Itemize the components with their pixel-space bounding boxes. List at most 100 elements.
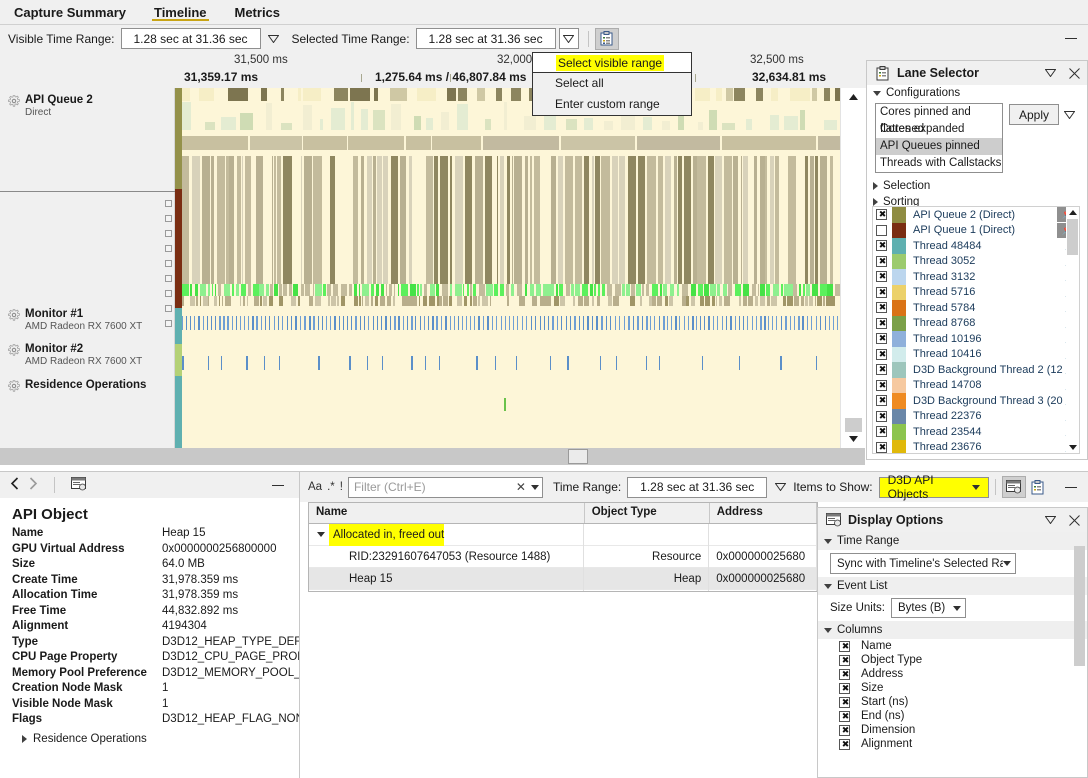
column-toggle-item[interactable]: Dimension: [818, 723, 1087, 737]
residence-operations-expander[interactable]: Residence Operations: [0, 728, 299, 745]
lane-collapse-box[interactable]: [165, 215, 172, 222]
table-row[interactable]: Allocated out, freed out: [309, 589, 817, 591]
lane-list-item[interactable]: Thread 10196📌: [873, 331, 1079, 347]
filter-input[interactable]: Filter (Ctrl+E) ✕: [347, 476, 543, 498]
regex-icon[interactable]: .*: [327, 481, 335, 493]
items-to-show-select[interactable]: D3D API Objects: [878, 473, 989, 501]
column-toggle-item[interactable]: Alignment: [818, 737, 1087, 751]
apply-button[interactable]: Apply: [1009, 104, 1059, 125]
lane-list-item[interactable]: Thread 3052📌: [873, 253, 1079, 269]
lane-list-item[interactable]: API Queue 2 (Direct)📌: [873, 207, 1079, 223]
scrollbar-thumb[interactable]: [568, 449, 588, 464]
config-item-selected[interactable]: API Queues pinned: [876, 138, 1002, 155]
lane-visibility-checkbox[interactable]: [876, 410, 888, 423]
lane-list-item[interactable]: D3D Background Thread 3 (20📌: [873, 393, 1079, 409]
lane-collapse-box[interactable]: [165, 245, 172, 252]
lane-collapse-box[interactable]: [165, 260, 172, 267]
section-columns[interactable]: Columns: [818, 621, 1087, 639]
time-range-input[interactable]: 1.28 sec at 31.36 sec: [627, 476, 768, 498]
tab-metrics[interactable]: Metrics: [221, 0, 295, 24]
close-icon[interactable]: [1065, 64, 1083, 82]
lane-visibility-checkbox[interactable]: [876, 239, 888, 252]
lane-collapse-box[interactable]: [165, 200, 172, 207]
lane-collapse-box[interactable]: [165, 230, 172, 237]
lane-list-item[interactable]: Thread 14708📌: [873, 377, 1079, 393]
visible-range-chevron-down-icon[interactable]: [264, 28, 284, 49]
table-row[interactable]: RID:23291607647053 (Resource 1488) Resour…: [309, 545, 817, 568]
column-checkbox[interactable]: [839, 724, 851, 737]
lane-visibility-checkbox[interactable]: [876, 255, 888, 268]
column-toggle-item[interactable]: Start (ns): [818, 695, 1087, 709]
chevron-down-icon[interactable]: [530, 484, 539, 490]
lane-list-item[interactable]: Thread 23676📌: [873, 439, 1079, 453]
chevron-left-icon[interactable]: [10, 476, 19, 494]
close-icon[interactable]: ✕: [511, 480, 531, 494]
timeline-lane-api-queue-2[interactable]: API Queue 2 Direct: [8, 94, 93, 119]
lane-list[interactable]: API Queue 2 (Direct)📌API Queue 1 (Direct…: [872, 206, 1080, 454]
lane-visibility-checkbox[interactable]: [876, 332, 888, 345]
minimize-icon[interactable]: [1054, 25, 1088, 52]
scroll-up-icon[interactable]: [841, 88, 866, 106]
timeline-lane-monitor-1[interactable]: Monitor #1 AMD Radeon RX 7600 XT: [8, 308, 142, 333]
table-row[interactable]: Heap 15 Heap 0x000000025680: [309, 567, 817, 590]
minimize-icon[interactable]: [1054, 474, 1088, 501]
chevron-down-icon[interactable]: [1041, 511, 1059, 529]
config-item[interactable]: Cores pinned and flattened: [876, 104, 1002, 135]
menu-item-select-all[interactable]: Select all: [533, 73, 691, 94]
lane-collapse-box[interactable]: [165, 275, 172, 282]
column-checkbox[interactable]: [839, 710, 851, 723]
time-range-sync-select[interactable]: Sync with Timeline's Selected Ran: [830, 553, 1016, 574]
timeline-lane-residence-operations[interactable]: Residence Operations: [8, 379, 146, 392]
selected-range-chevron-down-icon[interactable]: [558, 28, 579, 49]
scrollbar-thumb[interactable]: [1067, 219, 1078, 255]
display-options-scrollbar[interactable]: [1074, 546, 1085, 776]
lane-list-item[interactable]: Thread 23544📌: [873, 424, 1079, 440]
tab-capture-summary[interactable]: Capture Summary: [0, 0, 140, 24]
lane-list-item[interactable]: Thread 5716📌: [873, 284, 1079, 300]
scrollbar-thumb[interactable]: [1074, 546, 1085, 666]
section-event-list[interactable]: Event List: [818, 577, 1087, 595]
lane-visibility-checkbox[interactable]: [876, 317, 888, 330]
chevron-down-icon[interactable]: [1041, 64, 1059, 82]
close-icon[interactable]: [1065, 511, 1083, 529]
section-configurations[interactable]: Configurations: [867, 85, 1087, 101]
timeline-vertical-scrollbar[interactable]: [840, 88, 865, 448]
lane-list-item[interactable]: Thread 5784📌: [873, 300, 1079, 316]
clipboard-icon[interactable]: [1026, 476, 1050, 498]
lane-visibility-checkbox[interactable]: [876, 441, 888, 453]
timeline-horizontal-scrollbar[interactable]: [0, 448, 865, 465]
column-checkbox[interactable]: [839, 682, 851, 695]
config-item[interactable]: Cores expanded: [876, 121, 1002, 138]
lane-visibility-checkbox[interactable]: [876, 425, 888, 438]
selected-time-range-input[interactable]: 1.28 sec at 31.36 sec: [415, 28, 556, 49]
menu-item-enter-custom-range[interactable]: Enter custom range: [533, 94, 691, 115]
column-toggle-item[interactable]: End (ns): [818, 709, 1087, 723]
lane-visibility-checkbox[interactable]: [876, 363, 888, 376]
column-toggle-item[interactable]: Address: [818, 667, 1087, 681]
event-list-grid[interactable]: Name Object Type Address Allocated in, f…: [308, 502, 818, 592]
config-item[interactable]: Threads with Callstacks: [876, 155, 1002, 172]
panel-options-icon[interactable]: [71, 476, 86, 494]
scroll-down-icon[interactable]: [1066, 442, 1079, 453]
lane-list-item[interactable]: API Queue 1 (Direct)📌: [873, 222, 1079, 238]
column-checkbox[interactable]: [839, 738, 851, 751]
column-header-object-type[interactable]: Object Type: [585, 503, 710, 523]
time-range-chevron-down-icon[interactable]: [770, 477, 790, 498]
column-checkbox[interactable]: [839, 640, 851, 653]
visible-time-range-input[interactable]: 1.28 sec at 31.36 sec: [120, 28, 261, 49]
lane-list-item[interactable]: Thread 3132📌: [873, 269, 1079, 285]
table-row[interactable]: Allocated in, freed out: [309, 523, 817, 546]
lane-list-item[interactable]: Thread 10416📌: [873, 346, 1079, 362]
lane-visibility-checkbox[interactable]: [876, 394, 888, 407]
timeline-track-canvas[interactable]: [175, 88, 840, 448]
column-toggle-item[interactable]: Size: [818, 681, 1087, 695]
lane-visibility-checkbox[interactable]: [876, 301, 888, 314]
column-header-name[interactable]: Name: [309, 503, 585, 523]
tab-timeline[interactable]: Timeline: [140, 0, 221, 24]
lane-visibility-checkbox[interactable]: [876, 348, 888, 361]
scroll-up-icon[interactable]: [1066, 207, 1079, 218]
apply-chevron-down-icon[interactable]: [1063, 108, 1076, 122]
lane-visibility-checkbox[interactable]: [876, 224, 887, 236]
chevron-down-icon[interactable]: [317, 532, 325, 537]
lane-collapse-box[interactable]: [165, 290, 172, 297]
